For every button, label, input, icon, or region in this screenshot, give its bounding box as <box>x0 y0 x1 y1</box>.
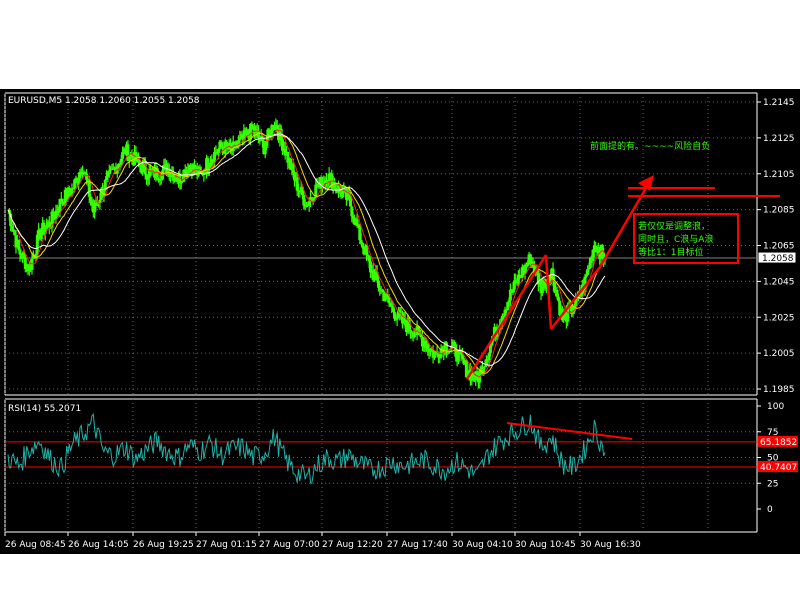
box-note-line-1: 若仅仅是调整浪， <box>638 220 710 232</box>
price-candle-body <box>456 350 460 362</box>
time-tick-label: 26 Aug 08:45 <box>5 540 66 550</box>
rsi-title: RSI(14) 55.2071 <box>8 404 81 414</box>
chart-window[interactable]: 1.2145 1.2125 1.2105 1.2085 1.2065 1.2045 1.20… <box>0 89 800 554</box>
chart-canvas[interactable]: 1.2145 1.2125 1.2105 1.2085 1.2065 1.2045 1.20… <box>0 89 800 554</box>
price-tick-label: 1.2065 <box>763 242 795 252</box>
price-tick-label: 1.2005 <box>763 349 795 359</box>
time-tick-label: 30 Aug 16:30 <box>580 540 641 550</box>
rsi-level-label: 40.7407 <box>760 463 797 473</box>
price-chart-title: EURUSD,M5 1.2058 1.2060 1.2055 1.2058 <box>8 96 200 106</box>
current-price-label: 1.2058 <box>762 254 794 264</box>
price-tick-label: 1.2105 <box>763 170 795 180</box>
price-tick-label: 1.2025 <box>763 313 795 323</box>
rsi-tick-label: 25 <box>767 479 778 489</box>
price-tick-label: 1.1985 <box>763 385 795 395</box>
time-tick-label: 27 Aug 01:15 <box>196 540 257 550</box>
price-tick-label: 1.2045 <box>763 277 795 287</box>
box-note-line-2: 同时且，C浪与A浪 <box>638 233 713 245</box>
price-candle-body <box>512 280 516 290</box>
price-tick-label: 1.2085 <box>763 206 795 216</box>
time-tick-label: 27 Aug 12:20 <box>322 540 383 550</box>
price-tick-label: 1.2125 <box>763 134 795 144</box>
rsi-tick-label: 0 <box>767 505 773 515</box>
rsi-tick-label: 50 <box>767 454 779 464</box>
box-note-line-3: 等比1：1目标位 <box>638 246 703 258</box>
time-tick-label: 30 Aug 04:10 <box>452 540 513 550</box>
rsi-tick-label: 100 <box>767 402 784 412</box>
rsi-level-label: 65.1852 <box>760 438 797 448</box>
top-note: 前面提的有。~~~~风险自负 <box>590 140 710 152</box>
time-tick-label: 26 Aug 14:05 <box>68 540 129 550</box>
price-axis-ticks: 1.2145 1.2125 1.2105 1.2085 1.2065 1.2045 1.20… <box>757 98 795 395</box>
chart-background <box>0 89 800 554</box>
time-tick-label: 30 Aug 10:45 <box>515 540 576 550</box>
time-tick-label: 26 Aug 19:25 <box>133 540 194 550</box>
price-candle-body <box>273 126 277 131</box>
time-tick-label: 27 Aug 17:40 <box>387 540 448 550</box>
rsi-tick-label: 75 <box>767 428 778 438</box>
price-candle-body <box>121 151 125 159</box>
price-tick-label: 1.2145 <box>763 98 795 108</box>
price-candle-body <box>18 249 22 255</box>
time-tick-label: 27 Aug 07:00 <box>259 540 320 550</box>
